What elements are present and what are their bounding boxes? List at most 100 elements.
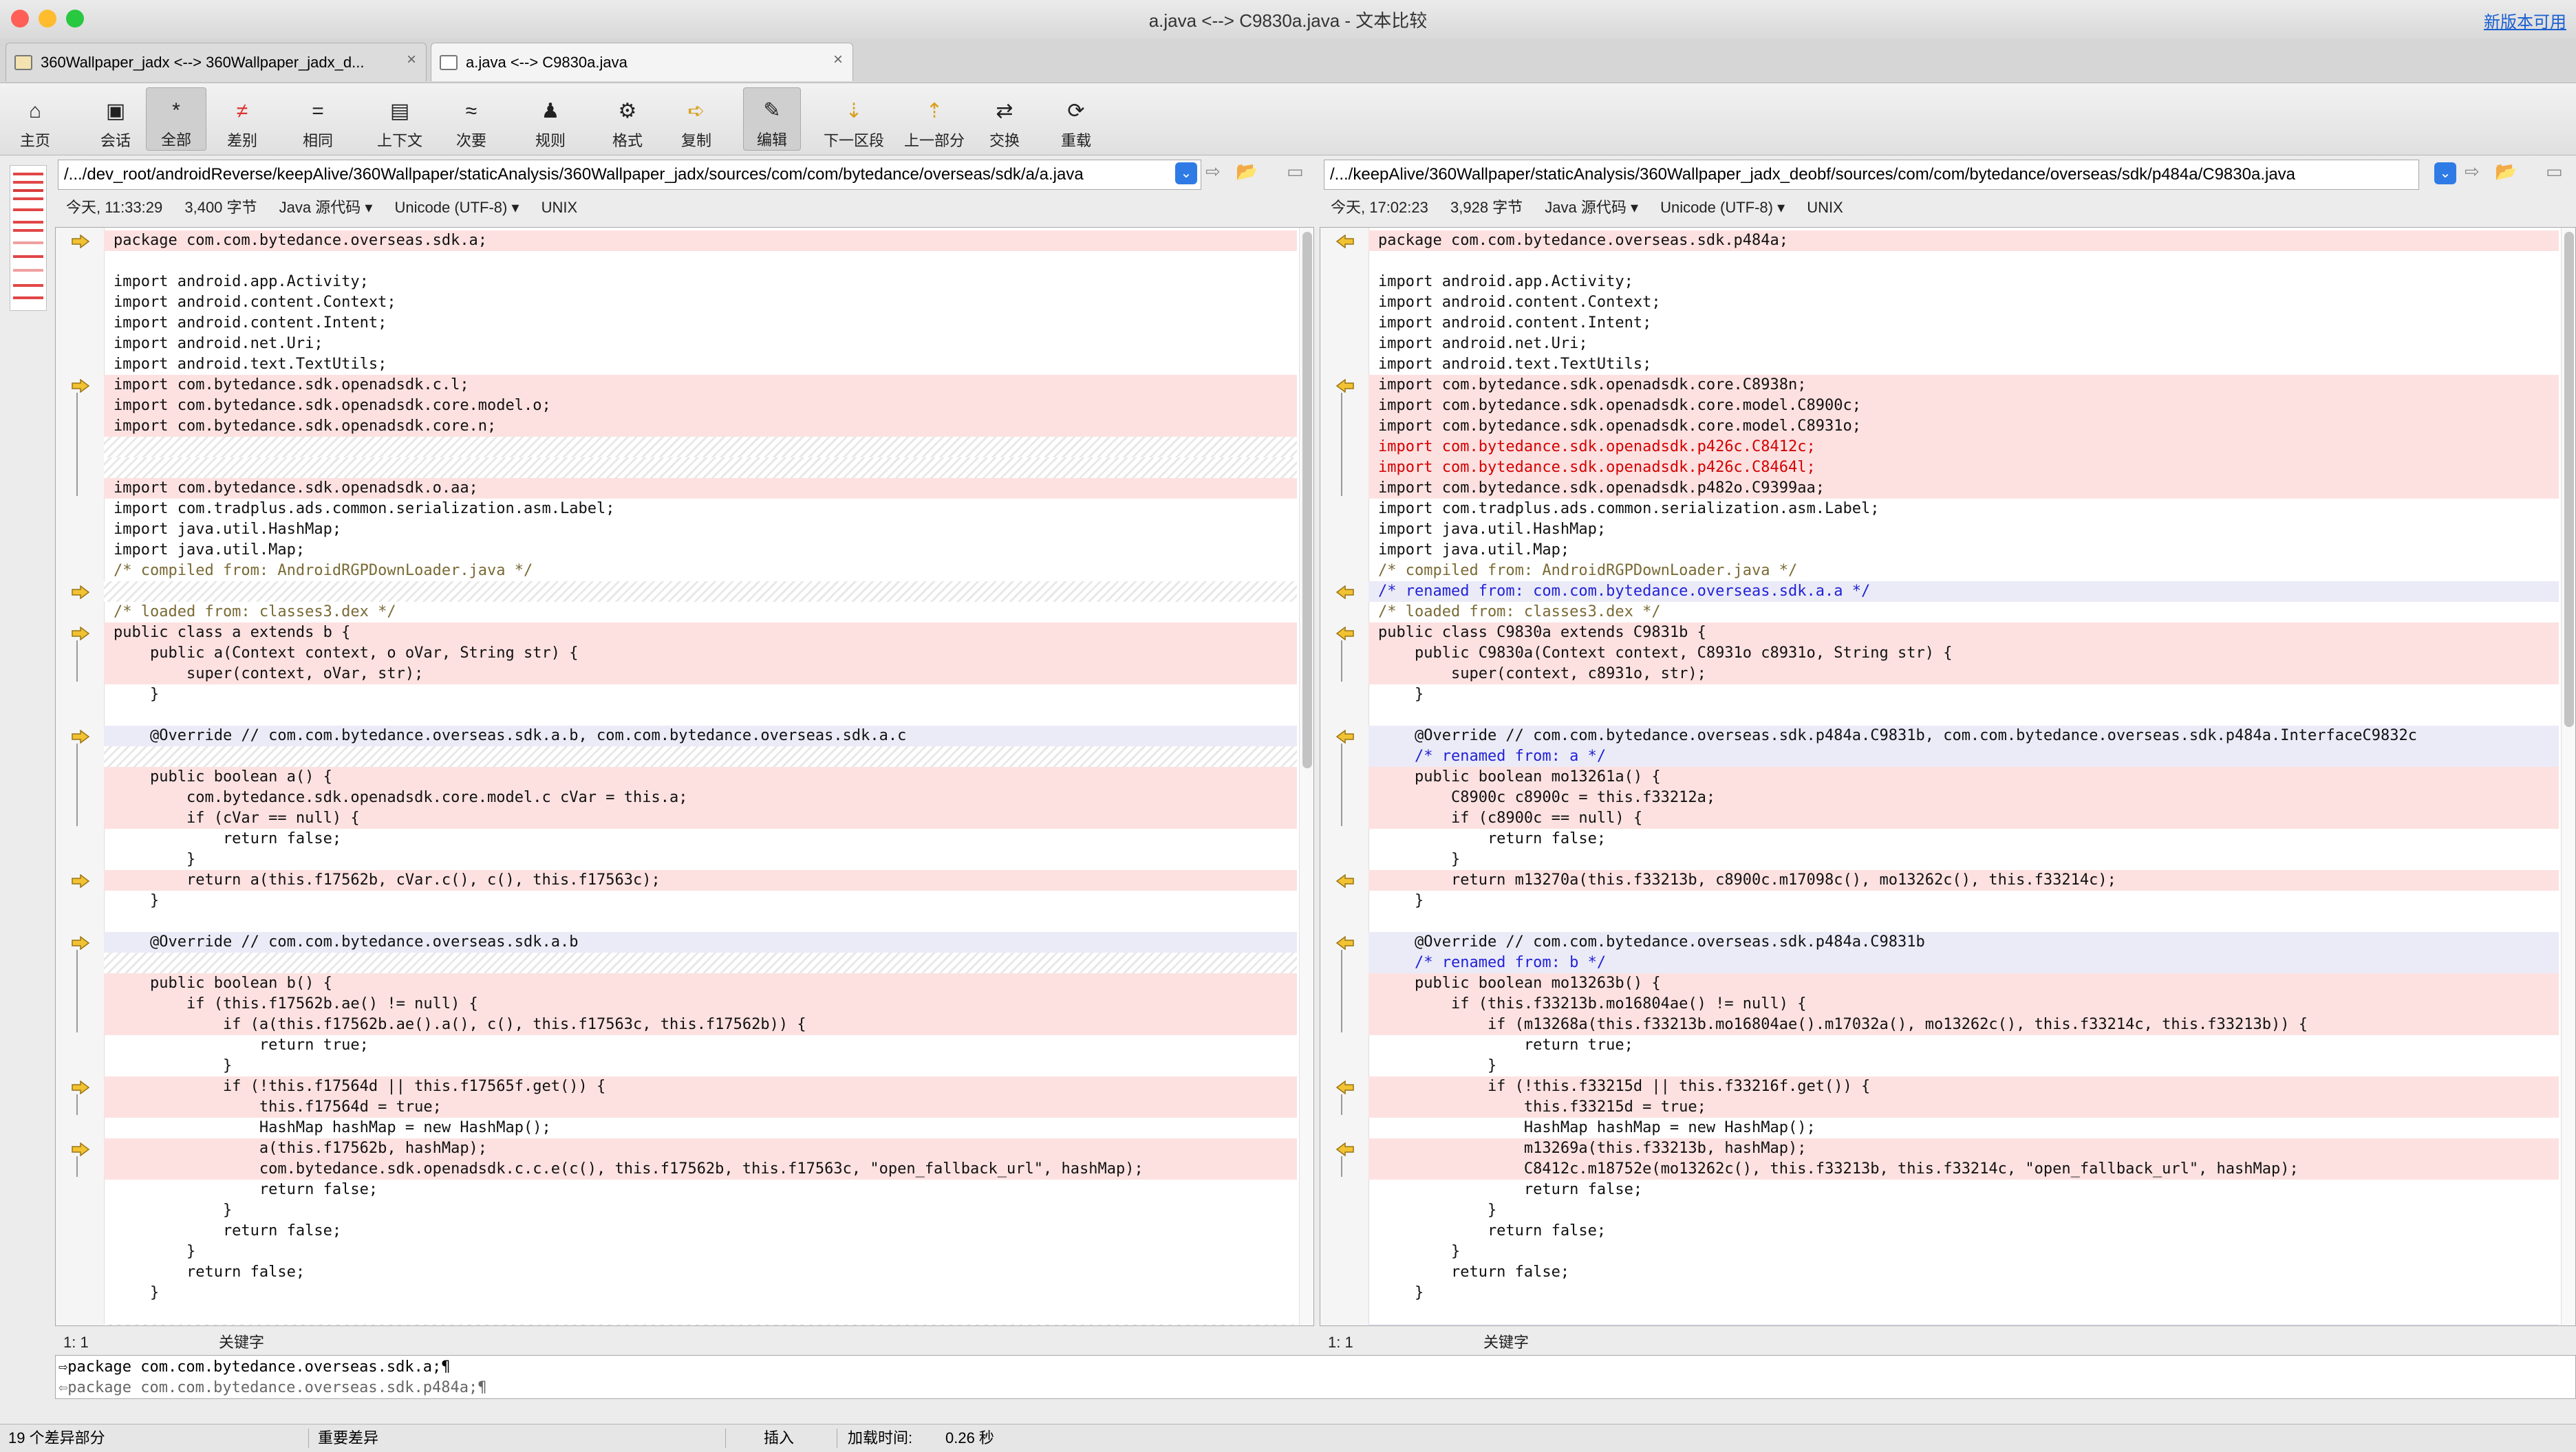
right-code-line[interactable] — [1368, 1303, 2559, 1324]
left-code-line[interactable]: } — [104, 1200, 1297, 1221]
toolbar-button-11[interactable]: ⇣ 下一区段 — [816, 87, 892, 151]
left-code-line[interactable]: import android.content.Context; — [104, 292, 1297, 313]
right-code-line[interactable]: /* renamed from: b */ — [1368, 953, 2559, 973]
right-code-line[interactable] — [1368, 251, 2559, 272]
left-code-line[interactable]: } — [104, 891, 1297, 911]
left-code-line[interactable]: import android.content.Intent; — [104, 313, 1297, 334]
right-code-line[interactable]: if (!this.f33215d || this.f33216f.get())… — [1368, 1076, 2559, 1097]
right-code-line[interactable]: import android.content.Intent; — [1368, 313, 2559, 334]
copy-right-arrow-icon[interactable] — [71, 1080, 90, 1095]
right-scrollbar[interactable] — [2561, 228, 2575, 1325]
right-code-line[interactable]: /* compiled from: AndroidRGPDownLoader.j… — [1368, 561, 2559, 581]
toolbar-button-0[interactable]: ⌂ 主页 — [11, 87, 59, 151]
right-code-line[interactable]: public class C9830a extends C9831b { — [1368, 622, 2559, 643]
left-code-line[interactable]: return false; — [104, 829, 1297, 849]
right-code-line[interactable]: import android.app.Activity; — [1368, 272, 2559, 292]
right-code-line[interactable]: return false; — [1368, 1180, 2559, 1200]
left-code-line[interactable]: } — [104, 684, 1297, 705]
right-code-line[interactable]: import android.content.Context; — [1368, 292, 2559, 313]
left-code-line[interactable]: public a(Context context, o oVar, String… — [104, 643, 1297, 664]
toolbar-button-14[interactable]: ⟳ 重载 — [1049, 87, 1104, 151]
left-code-line[interactable]: super(context, oVar, str); — [104, 664, 1297, 684]
right-path-field[interactable]: /.../keepAlive/360Wallpaper/staticAnalys… — [1324, 160, 2419, 190]
left-code-line[interactable]: com.bytedance.sdk.openadsdk.core.model.c… — [104, 788, 1297, 808]
right-code-line[interactable]: public boolean mo13261a() { — [1368, 767, 2559, 788]
right-code-line[interactable]: if (m13268a(this.f33213b.mo16804ae().m17… — [1368, 1015, 2559, 1035]
left-code-line[interactable] — [104, 581, 1297, 602]
right-code-line[interactable]: package com.com.bytedance.overseas.sdk.p… — [1368, 230, 2559, 251]
left-code-line[interactable] — [104, 1324, 1297, 1325]
left-code-line[interactable]: } — [104, 849, 1297, 870]
right-type-select[interactable]: Java 源代码 ▾ — [1545, 199, 1638, 216]
left-code-line[interactable]: return false; — [104, 1180, 1297, 1200]
copy-left-arrow-icon[interactable] — [1335, 626, 1355, 641]
right-history-icon[interactable]: ⇨ — [2465, 161, 2480, 182]
right-code-line[interactable] — [1368, 911, 2559, 932]
right-code-line[interactable]: /* renamed from: a */ — [1368, 746, 2559, 767]
left-code-line[interactable]: @Override // com.com.bytedance.overseas.… — [104, 932, 1297, 953]
left-code-line[interactable]: import android.app.Activity; — [104, 272, 1297, 292]
left-code-line[interactable] — [104, 1303, 1297, 1324]
toolbar-button-7[interactable]: ♟ 规则 — [523, 87, 578, 151]
toolbar-button-9[interactable]: ➪ 复制 — [669, 87, 724, 151]
right-code-line[interactable]: } — [1368, 1056, 2559, 1076]
left-code-line[interactable] — [104, 746, 1297, 767]
left-code-line[interactable]: public boolean a() { — [104, 767, 1297, 788]
right-code-line[interactable]: import java.util.HashMap; — [1368, 519, 2559, 540]
right-code-pane[interactable]: package com.com.bytedance.overseas.sdk.p… — [1320, 227, 2576, 1326]
toolbar-button-10[interactable]: ✎ 编辑 — [743, 87, 801, 151]
right-code-line[interactable]: /* renamed from: com.com.bytedance.overs… — [1368, 581, 2559, 602]
right-code-line[interactable]: @Override // com.com.bytedance.overseas.… — [1368, 932, 2559, 953]
right-code-line[interactable]: if (c8900c == null) { — [1368, 808, 2559, 829]
left-code-line[interactable]: } — [104, 1242, 1297, 1262]
left-code-line[interactable] — [104, 457, 1297, 478]
copy-left-arrow-icon[interactable] — [1335, 234, 1355, 249]
left-code-line[interactable]: /* compiled from: AndroidRGPDownLoader.j… — [104, 561, 1297, 581]
left-code-line[interactable]: if (!this.f17564d || this.f17565f.get())… — [104, 1076, 1297, 1097]
right-code-line[interactable]: public C9830a(Context context, C8931o c8… — [1368, 643, 2559, 664]
right-code-line[interactable]: import com.bytedance.sdk.openadsdk.core.… — [1368, 395, 2559, 416]
left-code-line[interactable]: return false; — [104, 1221, 1297, 1242]
toolbar-button-3[interactable]: ≠ 差别 — [215, 87, 270, 151]
left-code-line[interactable]: import android.net.Uri; — [104, 334, 1297, 354]
left-code-line[interactable] — [104, 251, 1297, 272]
toolbar-button-2[interactable]: * 全部 — [146, 87, 206, 151]
right-code-line[interactable]: /* loaded from: classes3.dex */ — [1368, 602, 2559, 622]
right-code-line[interactable]: } — [1368, 849, 2559, 870]
left-code-line[interactable]: if (this.f17562b.ae() != null) { — [104, 994, 1297, 1015]
right-code-line[interactable]: C8900c c8900c = this.f33212a; — [1368, 788, 2559, 808]
copy-left-arrow-icon[interactable] — [1335, 1142, 1355, 1157]
copy-left-arrow-icon[interactable] — [1335, 935, 1355, 951]
toolbar-button-12[interactable]: ⇡ 上一部分 — [893, 87, 976, 151]
left-history-icon[interactable]: ⇨ — [1205, 161, 1221, 182]
right-code-line[interactable]: return false; — [1368, 1262, 2559, 1283]
right-code-line[interactable]: this.f33215d = true; — [1368, 1097, 2559, 1118]
left-code-line[interactable]: import com.bytedance.sdk.openadsdk.c.l; — [104, 375, 1297, 395]
left-code-line[interactable]: HashMap hashMap = new HashMap(); — [104, 1118, 1297, 1138]
left-code-line[interactable]: /* loaded from: classes3.dex */ — [104, 602, 1297, 622]
right-code-line[interactable]: /* renamed from: a */ — [1368, 1324, 2559, 1325]
toolbar-button-8[interactable]: ⚙ 格式 — [593, 87, 662, 151]
copy-left-arrow-icon[interactable] — [1335, 585, 1355, 600]
right-code-line[interactable]: import com.tradplus.ads.common.serializa… — [1368, 499, 2559, 519]
left-code-line[interactable] — [104, 911, 1297, 932]
right-code-line[interactable]: return true; — [1368, 1035, 2559, 1056]
right-code-line[interactable]: return m13270a(this.f33213b, c8900c.m170… — [1368, 870, 2559, 891]
toolbar-button-1[interactable]: ▣ 会话 — [81, 87, 150, 151]
copy-right-arrow-icon[interactable] — [71, 378, 90, 393]
left-encoding-select[interactable]: Unicode (UTF-8) ▾ — [395, 199, 519, 216]
left-code-line[interactable]: package com.com.bytedance.overseas.sdk.a… — [104, 230, 1297, 251]
left-code-line[interactable]: } — [104, 1056, 1297, 1076]
right-code-line[interactable]: import android.text.TextUtils; — [1368, 354, 2559, 375]
left-code-line[interactable]: if (cVar == null) { — [104, 808, 1297, 829]
toolbar-button-5[interactable]: ▤ 上下文 — [369, 87, 431, 151]
toolbar-button-13[interactable]: ⇄ 交换 — [977, 87, 1032, 151]
right-code-line[interactable]: import com.bytedance.sdk.openadsdk.p482o… — [1368, 478, 2559, 499]
right-code-line[interactable]: import java.util.Map; — [1368, 540, 2559, 561]
left-code-line[interactable]: a(this.f17562b, hashMap); — [104, 1138, 1297, 1159]
close-tab-icon[interactable]: × — [833, 50, 843, 69]
left-code-line[interactable] — [104, 437, 1297, 457]
left-code-line[interactable]: if (a(this.f17562b.ae().a(), c(), this.f… — [104, 1015, 1297, 1035]
right-code-line[interactable]: @Override // com.com.bytedance.overseas.… — [1368, 726, 2559, 746]
tab-folder-compare[interactable]: 360Wallpaper_jadx <--> 360Wallpaper_jadx… — [6, 43, 427, 81]
